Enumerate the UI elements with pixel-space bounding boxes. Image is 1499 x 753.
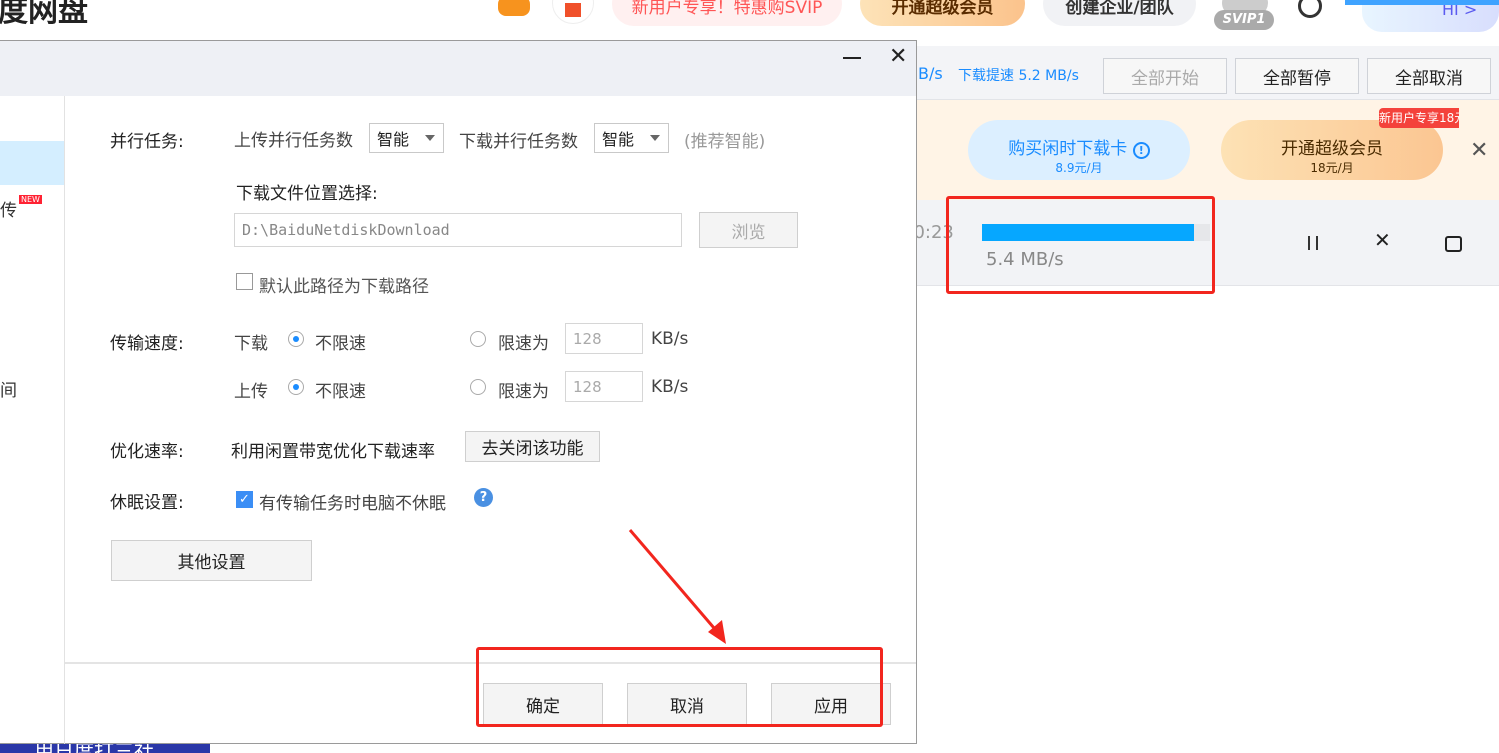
close-promo-icon[interactable]: ✕ (1470, 138, 1488, 163)
chevron-down-icon (650, 135, 660, 141)
dialog-titlebar: ✕ (0, 41, 916, 96)
parallel-label: 并行任务: (110, 132, 184, 152)
svip-card-button[interactable]: 开通超级会员 18元/月 (1221, 120, 1443, 180)
optimize-label: 优化速率: (110, 442, 184, 462)
chevron-down-icon (425, 135, 435, 141)
upload-unlimited-radio[interactable] (288, 379, 304, 395)
svip-badge: SVIP1 (1214, 10, 1274, 30)
download-limit-radio[interactable] (470, 331, 486, 347)
sidebar-item-space[interactable]: 间 (0, 366, 64, 410)
promo-banner: 购买闲时下载卡 ! 8.9元/月 开通超级会员 18元/月 新用户专享18元 ✕ (916, 100, 1499, 200)
download-parallel-select[interactable]: 智能 (594, 123, 669, 153)
upload-unlimited-label: 不限速 (315, 382, 366, 402)
upload-limit-input[interactable]: 128 (565, 371, 643, 402)
app-logo: 度网盘 (0, 0, 88, 29)
close-dialog-button[interactable]: ✕ (889, 44, 907, 69)
svip-card-price: 18元/月 (1310, 161, 1354, 175)
download-speed-label: 下载 (234, 334, 268, 354)
boost-link[interactable]: 下载提速 5.2 MB/s (958, 65, 1079, 85)
settings-icon[interactable] (1298, 0, 1322, 18)
game-icon[interactable] (498, 0, 530, 16)
settings-sidebar: 传 NEW 间 (0, 96, 65, 744)
upload-parallel-select[interactable]: 智能 (369, 123, 444, 153)
sidebar-item-upload[interactable]: 传 NEW (0, 186, 64, 230)
svip-card-label: 开通超级会员 (1281, 139, 1383, 159)
upload-speed-label: 上传 (234, 382, 268, 402)
sidebar-item-selected[interactable] (0, 141, 64, 185)
create-team-button[interactable]: 创建企业/团队 (1043, 0, 1196, 26)
bottom-strip: 用日度打三社 (0, 743, 225, 753)
sidebar-item[interactable] (0, 231, 64, 275)
create-team-label: 创建企业/团队 (1065, 0, 1174, 18)
idle-card-price: 8.9元/月 (1055, 161, 1103, 175)
sidebar-item-label: 间 (0, 380, 17, 401)
select-value: 智能 (602, 130, 635, 149)
no-sleep-label: 有传输任务时电脑不休眠 (259, 494, 446, 514)
sleep-label: 休眠设置: (110, 493, 184, 513)
download-limit-input[interactable]: 128 (565, 323, 643, 354)
open-svip-label: 开通超级会员 (891, 0, 994, 18)
download-unlimited-radio[interactable] (288, 331, 304, 347)
idle-card-label: 购买闲时下载卡 (1008, 139, 1128, 159)
cancel-all-button[interactable]: 全部取消 (1367, 58, 1491, 94)
download-limit-label: 限速为 (498, 334, 549, 354)
info-icon: ! (1132, 142, 1150, 159)
settings-dialog: ✕ 传 NEW 间 并行任务: 上传并行任务数 智能 下载并行任务数 智能 (推荐… (0, 40, 917, 744)
speed-partial: B/s (918, 64, 943, 83)
top-accent-bar (1345, 0, 1499, 5)
download-unit: KB/s (651, 329, 689, 349)
disable-optimize-button[interactable]: 去关闭该功能 (465, 431, 600, 462)
app-header: 度网盘 新用户专享！特惠购SVIP 开通超级会员 创建企业/团队 SVIP1 H… (0, 0, 1499, 40)
optimize-text: 利用闲置带宽优化下载速率 (231, 442, 435, 462)
upload-parallel-label: 上传并行任务数 (234, 131, 353, 151)
open-folder-icon[interactable] (1445, 236, 1462, 252)
minimize-button[interactable] (843, 57, 861, 59)
sidebar-item-label: 传 (0, 200, 17, 221)
browse-button[interactable]: 浏览 (699, 212, 798, 248)
promo-ribbon: 新用户专享18元 (1379, 108, 1459, 128)
download-unlimited-label: 不限速 (315, 334, 366, 354)
select-value: 智能 (377, 130, 410, 149)
idle-card-button[interactable]: 购买闲时下载卡 ! 8.9元/月 (968, 120, 1190, 180)
help-icon[interactable]: ? (474, 488, 493, 507)
location-label: 下载文件位置选择: (236, 184, 378, 204)
default-path-label: 默认此路径为下载路径 (259, 277, 429, 297)
highlight-progress (946, 196, 1215, 294)
default-path-checkbox[interactable] (236, 273, 253, 290)
upload-limit-radio[interactable] (470, 379, 486, 395)
open-svip-button[interactable]: 开通超级会员 (860, 0, 1025, 26)
no-sleep-checkbox[interactable]: ✓ (236, 491, 253, 508)
annotation-arrow (628, 529, 726, 644)
sidebar-item[interactable] (0, 276, 64, 320)
parallel-hint: (推荐智能) (684, 132, 766, 152)
new-badge: NEW (19, 194, 42, 204)
download-parallel-label: 下载并行任务数 (459, 132, 578, 152)
cancel-task-icon[interactable]: ✕ (1374, 228, 1391, 252)
upload-limit-label: 限速为 (498, 382, 549, 402)
upload-unit: KB/s (651, 377, 689, 397)
highlight-footer-buttons (476, 647, 883, 727)
promo-svip-button[interactable]: 新用户专享！特惠购SVIP (612, 0, 842, 26)
bottom-strip-text: 用日度打三社 (34, 743, 154, 753)
other-settings-button[interactable]: 其他设置 (111, 540, 312, 581)
sidebar-item[interactable] (0, 321, 64, 365)
start-all-button[interactable]: 全部开始 (1103, 58, 1227, 94)
speed-label: 传输速度: (110, 334, 184, 354)
sidebar-item[interactable] (0, 96, 64, 140)
pause-all-button[interactable]: 全部暂停 (1235, 58, 1359, 94)
promo-svip-label: 新用户专享！特惠购SVIP (631, 0, 823, 18)
gift-icon[interactable] (552, 0, 594, 24)
pause-icon[interactable] (1308, 236, 1318, 250)
download-path-input[interactable]: D:\BaiduNetdiskDownload (234, 213, 682, 247)
